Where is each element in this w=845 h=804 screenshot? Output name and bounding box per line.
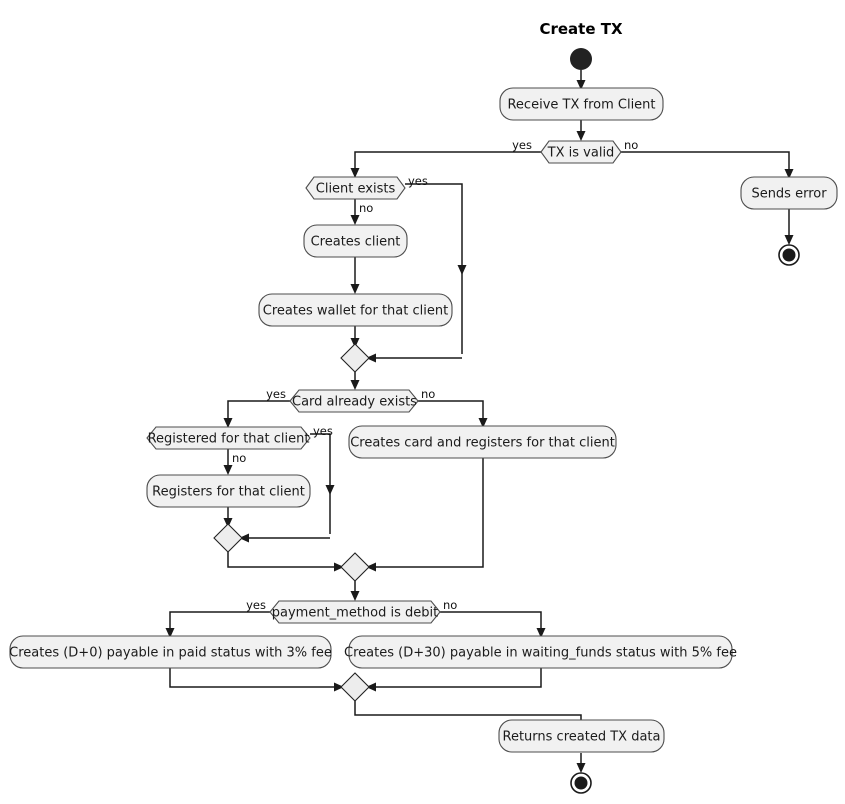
activity-creates-card[interactable]: Creates card and registers for that clie… — [348, 425, 617, 459]
arrow-head — [784, 235, 794, 245]
edge-label-yes: yes — [512, 138, 532, 152]
activity-label: Returns created TX data — [503, 730, 661, 745]
decision-payment-method-is-debit[interactable]: payment_method is debit yes no — [246, 598, 457, 624]
arrow-head — [350, 215, 360, 225]
arrow-head — [223, 465, 233, 475]
diagram-title: Create TX — [539, 20, 622, 38]
decision-label: Client exists — [316, 182, 396, 197]
edge-valid-no — [621, 151, 790, 175]
edge-creates-card-to-merge — [372, 458, 484, 568]
arrow-head — [350, 380, 360, 390]
edge-label-no: no — [443, 598, 457, 612]
edge-label-no: no — [624, 138, 638, 152]
activity-label: Creates (D+0) payable in paid status wit… — [9, 646, 332, 661]
activity-registers-for-that-client[interactable]: Registers for that client — [146, 474, 311, 508]
merge-node-payable — [340, 672, 370, 702]
arrow-head — [350, 591, 360, 601]
activity-creates-client[interactable]: Creates client — [303, 224, 408, 258]
edge-d30-to-merge — [372, 668, 542, 688]
end-node-error — [778, 244, 800, 266]
decision-label: Registered for that client — [148, 432, 310, 447]
edge-client-yes — [405, 183, 463, 354]
edge-card-yes — [227, 400, 290, 424]
end-node-success — [570, 772, 592, 794]
merge-node-register — [213, 523, 243, 553]
activity-label: Creates card and registers for that clie… — [350, 436, 615, 451]
activity-label: Creates wallet for that client — [263, 304, 448, 319]
merge-node-card — [340, 552, 370, 582]
end-node-core — [574, 776, 588, 790]
decision-card-already-exists[interactable]: Card already exists yes no — [266, 387, 435, 413]
activity-label: Registers for that client — [152, 485, 305, 500]
activity-receive-tx[interactable]: Receive TX from Client — [499, 87, 664, 121]
edge-label-yes: yes — [313, 424, 333, 438]
edge-label-no: no — [359, 201, 373, 215]
decision-registered-for-that-client[interactable]: Registered for that client yes no — [146, 424, 333, 465]
decision-label: payment_method is debit — [272, 606, 438, 621]
decision-label: Card already exists — [292, 395, 417, 410]
activity-label: Creates client — [311, 235, 401, 250]
edge-label-yes: yes — [408, 174, 428, 188]
activity-label: Creates (D+30) payable in waiting_funds … — [344, 646, 737, 661]
edge-registered-yes — [310, 433, 331, 534]
edge-valid-yes — [354, 151, 541, 174]
activity-payable-d0[interactable]: Creates (D+0) payable in paid status wit… — [9, 635, 332, 669]
edge-payment-yes — [169, 611, 270, 634]
activity-label: Receive TX from Client — [507, 98, 655, 113]
arrow-head — [576, 131, 586, 141]
activity-diagram-canvas: Create TX Receive TX from Client TX is v… — [0, 0, 845, 804]
arrow-head — [576, 763, 586, 773]
edge-label-no: no — [421, 387, 435, 401]
arrow-head — [325, 485, 335, 495]
edge-label-yes: yes — [246, 598, 266, 612]
activity-creates-wallet[interactable]: Creates wallet for that client — [258, 293, 453, 327]
activity-diagram-svg: Create TX Receive TX from Client TX is v… — [9, 20, 838, 794]
decision-label: TX is valid — [547, 146, 615, 161]
start-node — [570, 48, 592, 70]
edge-label-no: no — [232, 451, 246, 465]
arrow-head — [350, 284, 360, 294]
edge-payment-no — [440, 611, 542, 634]
edge-label-yes: yes — [266, 387, 286, 401]
merge-node-client — [340, 343, 370, 373]
activity-label: Sends error — [751, 187, 827, 202]
activity-sends-error[interactable]: Sends error — [740, 176, 838, 210]
activity-returns-tx-data[interactable]: Returns created TX data — [498, 719, 665, 753]
end-node-core — [782, 248, 796, 262]
arrow-head — [457, 265, 467, 275]
edge-merge-register-to-merge-card — [227, 552, 338, 568]
edge-d0-to-merge — [169, 668, 338, 688]
decision-client-exists[interactable]: Client exists yes no — [305, 174, 428, 215]
activity-payable-d30[interactable]: Creates (D+30) payable in waiting_funds … — [344, 635, 737, 669]
edge-card-no — [418, 400, 484, 424]
decision-tx-is-valid[interactable]: TX is valid yes no — [512, 138, 638, 164]
